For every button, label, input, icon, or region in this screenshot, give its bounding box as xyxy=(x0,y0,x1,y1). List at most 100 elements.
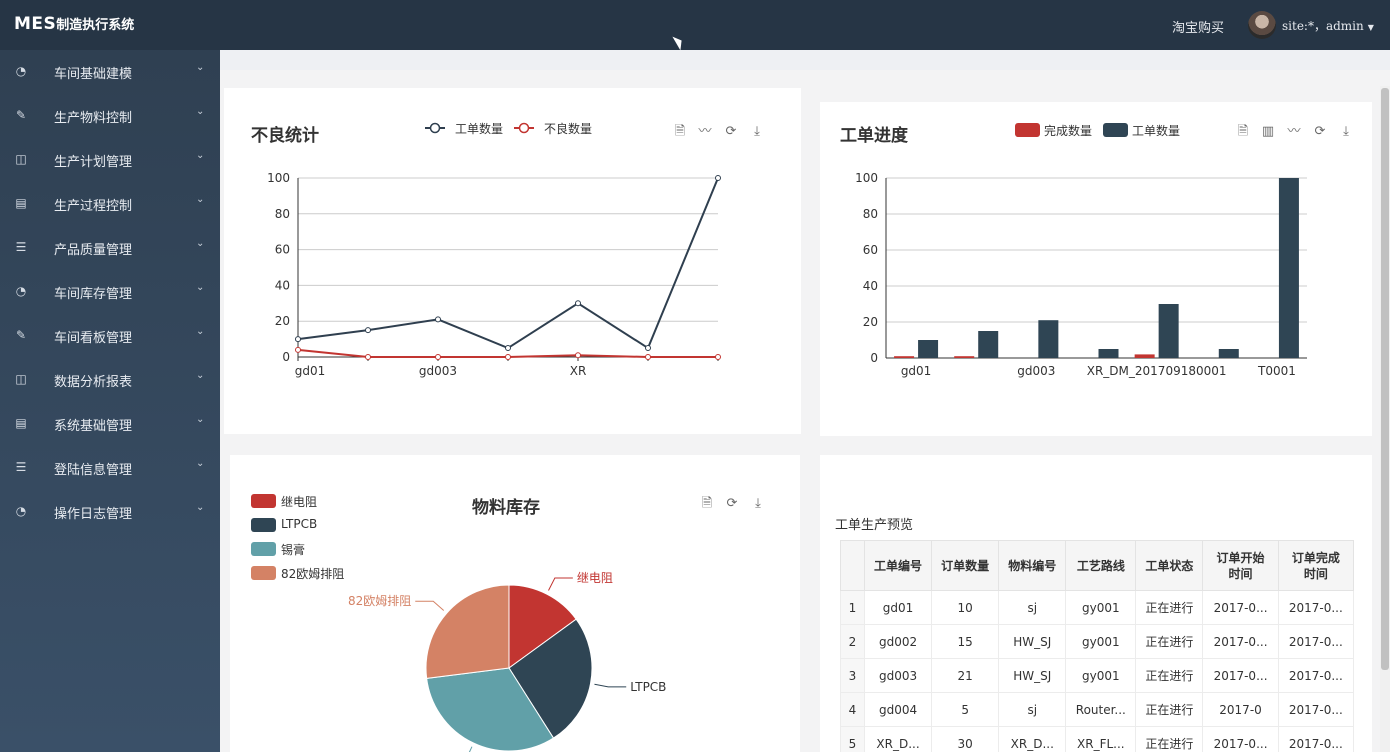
line-point[interactable] xyxy=(645,345,651,352)
legend-marker-order-count[interactable] xyxy=(1103,123,1128,137)
refresh-icon[interactable]: ⟳ xyxy=(723,124,739,140)
table-row[interactable]: 5 XR_D... 30 XR_D... XR_FL... 正在进行 2017-0... 20… xyxy=(840,726,1355,752)
line-point[interactable] xyxy=(435,316,441,323)
y-tick-label: 20 xyxy=(275,314,290,328)
table-row[interactable]: 4 gd004 5 sj Router... 正在进行 2017-0 2017-0... xyxy=(840,692,1355,727)
pie-legend-label[interactable]: 继电阻 xyxy=(281,493,317,510)
legend-order-count[interactable]: 工单数量 xyxy=(1132,122,1180,139)
pie-legend-marker[interactable] xyxy=(251,542,276,556)
line-point[interactable] xyxy=(715,354,721,360)
sidebar-item[interactable]: ☰ 登陆信息管理 ⌄ xyxy=(0,446,220,490)
sidebar-item[interactable]: ◔ 车间库存管理 ⌄ xyxy=(0,270,220,314)
line-point[interactable] xyxy=(435,354,441,360)
data-view-icon[interactable]: 🗎 xyxy=(1235,124,1251,140)
line-point[interactable] xyxy=(295,336,301,343)
data-view-icon[interactable]: 🗎 xyxy=(699,496,715,512)
line-point[interactable] xyxy=(645,354,651,360)
line-point[interactable] xyxy=(575,300,581,307)
refresh-icon[interactable]: ⟳ xyxy=(1312,124,1328,140)
table-cell: 2017-0... xyxy=(1202,624,1279,659)
sidebar-item[interactable]: ✎ 生产物料控制 ⌄ xyxy=(0,94,220,138)
pie-legend-label[interactable]: LTPCB xyxy=(281,517,317,531)
table-cell: 正在进行 xyxy=(1135,726,1204,752)
table-header-cell[interactable]: 物料编号 xyxy=(998,540,1067,591)
dashboard-icon: ◔ xyxy=(15,64,27,78)
sidebar-item[interactable]: ▤ 生产过程控制 ⌄ xyxy=(0,182,220,226)
user-menu[interactable]: site:*，admin ▼ xyxy=(1282,17,1374,34)
sidebar-item-label: 操作日志管理 xyxy=(54,507,133,522)
legend-defect-count[interactable]: 不良数量 xyxy=(544,120,592,137)
columns-icon: ◫ xyxy=(15,152,27,166)
legend-done-count[interactable]: 完成数量 xyxy=(1044,122,1092,139)
legend-work-count[interactable]: 工单数量 xyxy=(455,120,503,137)
line-point[interactable] xyxy=(365,327,371,334)
legend-marker-defect-count[interactable] xyxy=(514,120,534,136)
table-row[interactable]: 1 gd01 10 sj gy001 正在进行 2017-0... 2017-0... xyxy=(840,590,1355,625)
line-point[interactable] xyxy=(505,354,511,360)
table-row[interactable]: 3 gd003 21 HW_SJ gy001 正在进行 2017-0... 2017-0... xyxy=(840,658,1355,693)
sidebar-item[interactable]: ◔ 车间基础建模 ⌄ xyxy=(0,50,220,94)
line-point[interactable] xyxy=(505,345,511,352)
table-header-cell[interactable]: 订单数量 xyxy=(931,540,1000,591)
bar[interactable] xyxy=(894,356,915,358)
line-point[interactable] xyxy=(365,354,371,360)
line-series[interactable] xyxy=(297,177,719,350)
download-icon[interactable]: ⤓ xyxy=(1338,124,1354,140)
download-icon[interactable]: ⤓ xyxy=(749,124,765,140)
bar[interactable] xyxy=(1038,320,1059,358)
y-tick-label: 80 xyxy=(863,207,878,221)
sidebar-item[interactable]: ☰ 产品质量管理 ⌄ xyxy=(0,226,220,270)
table-cell: 2017-0... xyxy=(1277,692,1355,727)
taobao-buy-link[interactable]: 淘宝购买 xyxy=(1172,17,1224,36)
bar[interactable] xyxy=(918,340,939,358)
data-view-icon[interactable]: 🗎 xyxy=(672,124,688,140)
table-row[interactable]: 2 gd002 15 HW_SJ gy001 正在进行 2017-0... 2017-0... xyxy=(840,624,1355,659)
legend-marker-done-count[interactable] xyxy=(1015,123,1040,137)
sidebar-item[interactable]: ◫ 生产计划管理 ⌄ xyxy=(0,138,220,182)
bar[interactable] xyxy=(1134,354,1155,358)
pie-legend-label[interactable]: 锡膏 xyxy=(281,541,305,558)
table-header-cell[interactable]: 订单开始 时间 xyxy=(1202,540,1279,591)
table-header-cell[interactable]: 工单状态 xyxy=(1135,540,1204,591)
sidebar-item-label: 车间看板管理 xyxy=(54,331,133,346)
table-header-cell[interactable]: 工单编号 xyxy=(863,540,933,591)
sidebar-item[interactable]: ◔ 操作日志管理 ⌄ xyxy=(0,490,220,534)
table-header-cell[interactable]: 订单完成 时间 xyxy=(1277,540,1355,591)
table-cell: 正在进行 xyxy=(1135,624,1204,659)
scrollbar-thumb[interactable] xyxy=(1381,88,1389,670)
sidebar-item[interactable]: ✎ 车间看板管理 ⌄ xyxy=(0,314,220,358)
line-chart-icon[interactable]: 〰 xyxy=(1286,124,1302,140)
table-cell: 2017-0 xyxy=(1202,692,1279,727)
line-point[interactable] xyxy=(575,352,581,359)
table-cell: 5 xyxy=(931,692,1000,727)
pie-legend-marker[interactable] xyxy=(251,518,276,532)
bar[interactable] xyxy=(1158,304,1179,358)
material-stock-title: 物料库存 xyxy=(472,498,540,518)
line-point[interactable] xyxy=(295,346,301,353)
download-icon[interactable]: ⤓ xyxy=(750,496,766,512)
defect-line-chart: 0 20 40 60 80 100 gd01 gd003 XR xyxy=(267,171,721,378)
bar-chart-icon[interactable]: ▥ xyxy=(1260,124,1276,140)
bar[interactable] xyxy=(1098,349,1119,358)
sidebar-item-label: 登陆信息管理 xyxy=(54,463,133,478)
pie-slice[interactable] xyxy=(425,584,510,679)
brand-logo[interactable]: MES制造执行系统 xyxy=(14,14,134,34)
table-header-cell[interactable]: 工艺路线 xyxy=(1065,540,1137,591)
line-chart-icon[interactable]: 〰 xyxy=(697,124,713,140)
bar[interactable] xyxy=(978,331,999,358)
pie-slice-label: 82欧姆排阻 xyxy=(348,594,411,608)
chevron-down-icon: ⌄ xyxy=(196,194,205,205)
avatar[interactable] xyxy=(1248,11,1276,39)
pie-slice-label: 继电阻 xyxy=(577,571,613,585)
bar[interactable] xyxy=(1218,349,1239,358)
bar[interactable] xyxy=(954,356,975,358)
sidebar-item[interactable]: ▤ 系统基础管理 ⌄ xyxy=(0,402,220,446)
table-cell: 2017-0... xyxy=(1202,590,1279,625)
line-point[interactable] xyxy=(715,175,721,181)
pie-legend-marker[interactable] xyxy=(251,494,276,508)
legend-marker-work-count[interactable] xyxy=(425,120,445,136)
material-pie-chart: 继电阻LTPCB锡膏82欧姆排阻 xyxy=(348,571,666,752)
bar[interactable] xyxy=(1278,178,1299,358)
refresh-icon[interactable]: ⟳ xyxy=(724,496,740,512)
sidebar-item[interactable]: ◫ 数据分析报表 ⌄ xyxy=(0,358,220,402)
